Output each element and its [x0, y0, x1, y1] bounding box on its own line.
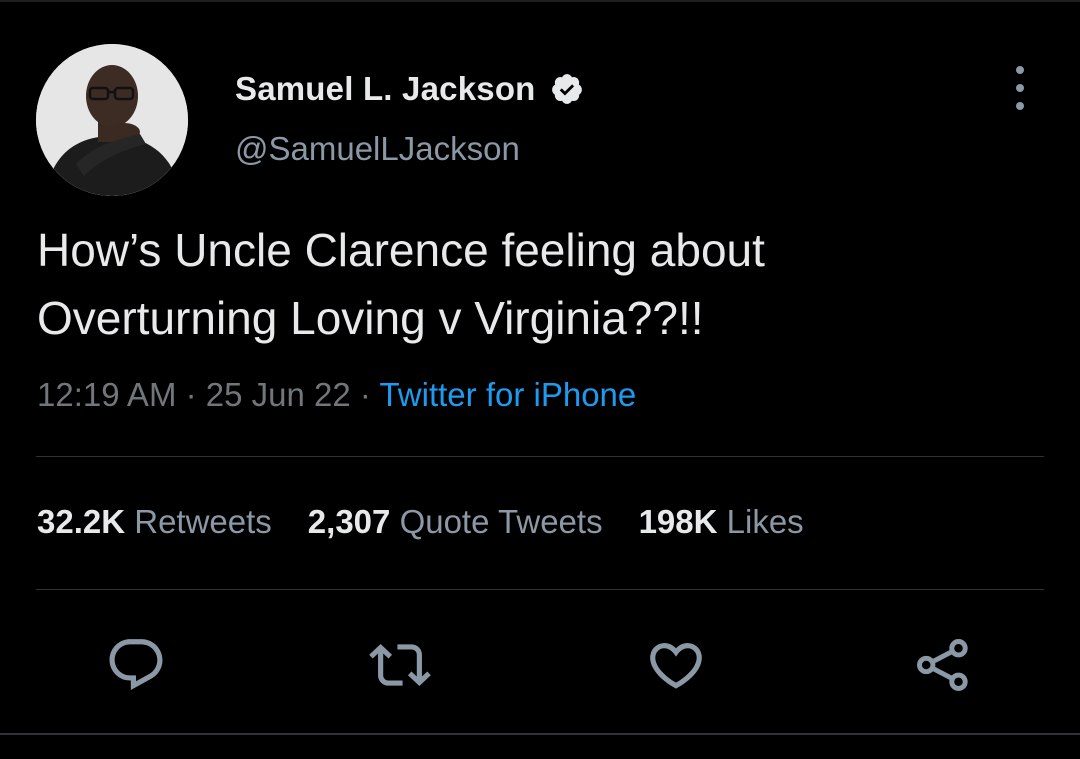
heart-icon [650, 643, 702, 689]
retweets-count: 32.2K [37, 503, 126, 540]
quotes-stat[interactable]: 2,307 Quote Tweets [308, 503, 603, 541]
quotes-count: 2,307 [307, 503, 391, 540]
more-dot [1016, 84, 1024, 92]
retweet-icon [369, 644, 431, 686]
retweets-label: Retweets [134, 503, 272, 540]
avatar-photo [36, 44, 188, 196]
reply-icon [109, 639, 163, 691]
like-button[interactable] [641, 630, 711, 700]
action-bar [0, 630, 1080, 700]
retweets-stat[interactable]: 32.2K Retweets [37, 503, 272, 541]
quotes-label: Quote Tweets [399, 503, 603, 540]
more-dot [1016, 102, 1024, 110]
share-icon [917, 639, 968, 691]
bottom-divider [0, 733, 1080, 735]
tweet-stats: 32.2K Retweets 2,307 Quote Tweets 198K L… [37, 503, 840, 541]
retweet-button[interactable] [365, 630, 435, 700]
tweet-time[interactable]: 12:19 AM [37, 376, 176, 413]
avatar[interactable] [36, 44, 188, 196]
likes-count: 198K [638, 503, 718, 540]
share-button[interactable] [908, 630, 978, 700]
tweet-meta: 12:19 AM · 25 Jun 22 · Twitter for iPhon… [37, 376, 636, 414]
meta-separator: · [350, 376, 380, 413]
tweet-text: How’s Uncle Clarence feeling about Overt… [37, 224, 765, 344]
author-name-row: Samuel L. Jackson [235, 70, 584, 108]
meta-separator: · [176, 376, 206, 413]
tweet-source-link[interactable]: Twitter for iPhone [379, 376, 636, 413]
likes-stat[interactable]: 198K Likes [639, 503, 804, 541]
author-handle[interactable]: @SamuelLJackson [235, 130, 520, 168]
more-vertical-icon[interactable] [1005, 66, 1035, 110]
tweet-date[interactable]: 25 Jun 22 [206, 376, 351, 413]
likes-label: Likes [726, 503, 804, 540]
meta-divider [36, 456, 1044, 457]
tweet-card: Samuel L. Jackson @SamuelLJackson How’s … [0, 0, 1080, 759]
display-name[interactable]: Samuel L. Jackson [235, 70, 536, 108]
more-dot [1016, 66, 1024, 74]
verified-badge-icon [550, 72, 584, 106]
stats-divider [36, 589, 1044, 590]
reply-button[interactable] [101, 630, 171, 700]
